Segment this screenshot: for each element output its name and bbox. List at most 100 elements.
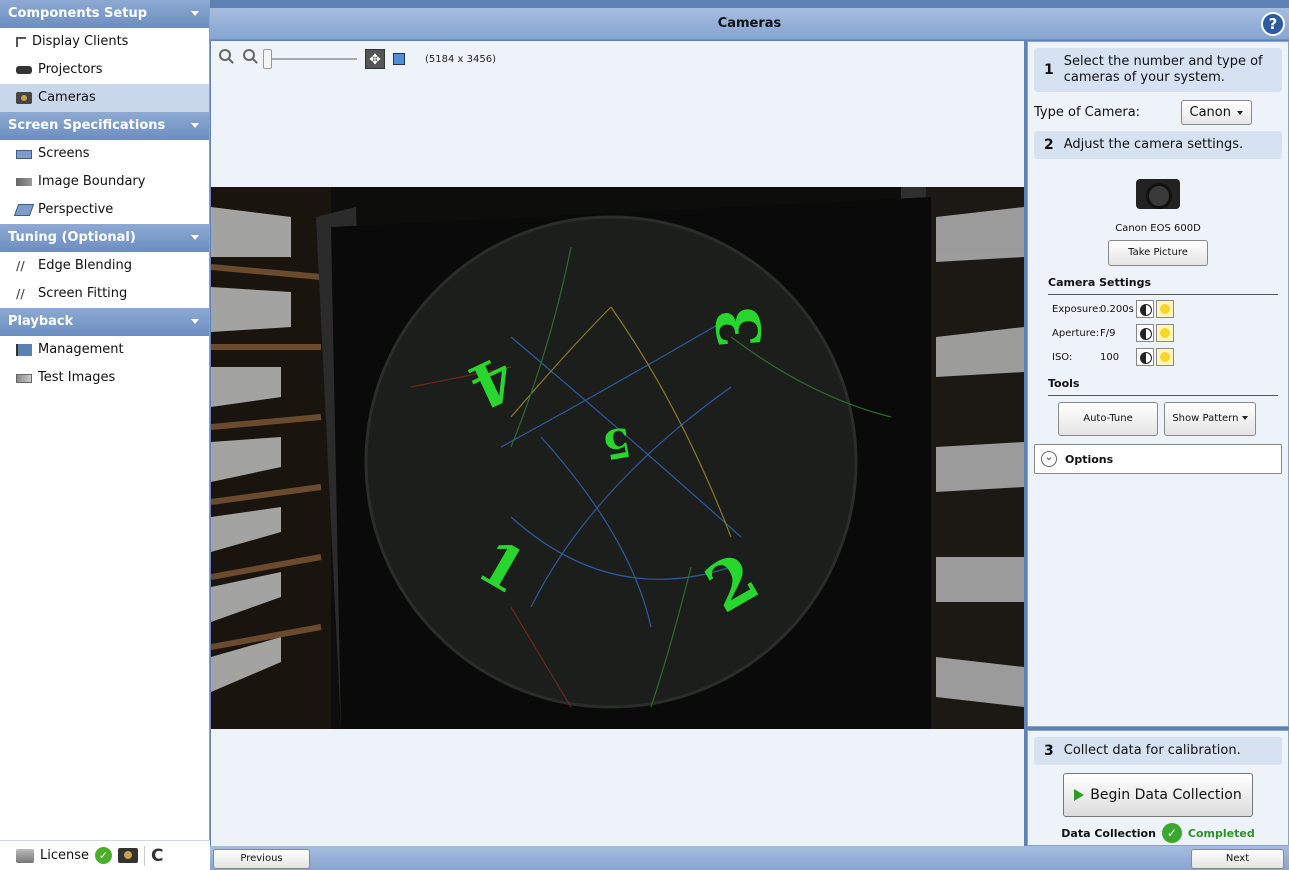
camera-image-canvas: 4 3 5 1 2 [211,187,1024,729]
sidebar-item-projectors[interactable]: Projectors [0,56,209,84]
page-title: Cameras [717,16,782,31]
section-header-screen-specifications[interactable]: Screen Specifications [0,112,209,140]
navigation-bar: Previous Next [210,846,1289,870]
section-title: Screen Specifications [8,118,166,133]
sidebar-item-perspective[interactable]: Perspective [0,196,209,224]
sidebar-item-image-boundary[interactable]: Image Boundary [0,168,209,196]
sidebar-item-label: Test Images [38,370,116,385]
step-1-box: 1 Select the number and type of cameras … [1034,48,1282,92]
expand-icon[interactable]: ⌄ [1041,451,1057,467]
zoom-out-icon[interactable] [243,49,259,67]
sidebar-item-screens[interactable]: Screens [0,140,209,168]
options-expander[interactable]: ⌄ Options [1034,444,1282,474]
chevron-down-icon [191,11,199,16]
setting-value: 0.200s [1100,303,1134,315]
sidebar-item-management[interactable]: Management [0,336,209,364]
sidebar-item-label: Projectors [38,62,103,77]
screen-icon [16,149,32,159]
begin-data-collection-button[interactable]: Begin Data Collection [1063,773,1253,817]
zoom-slider-thumb[interactable] [263,49,272,69]
license-icon [16,848,34,863]
setting-value: 100 [1100,351,1120,363]
exposure-row: Exposure: 0.200s [1052,299,1288,319]
zoom-in-icon[interactable] [219,49,235,67]
sidebar-item-label: Image Boundary [38,174,146,189]
show-pattern-label: Show Pattern [1172,413,1239,424]
section-title: Playback [8,314,74,329]
take-picture-button[interactable]: Take Picture [1108,240,1208,266]
camera-model: Canon EOS 600D [1115,223,1201,234]
setting-label: Exposure: [1052,303,1102,315]
options-label: Options [1065,452,1114,466]
section-header-playback[interactable]: Playback [0,308,209,336]
camera-image[interactable]: 4 3 5 1 2 [211,187,1024,729]
sidebar-item-display-clients[interactable]: Display Clients [0,28,209,56]
title-bar: Cameras ? [210,8,1289,40]
next-button[interactable]: Next [1191,849,1284,869]
show-pattern-button[interactable]: Show Pattern [1164,402,1256,436]
step-instruction: Adjust the camera settings. [1063,137,1244,152]
check-icon: ✓ [95,847,113,864]
sidebar-item-screen-fitting[interactable]: // Screen Fitting [0,280,209,308]
status-badge: Completed [1187,826,1255,840]
projector-icon [16,66,32,74]
play-icon [1074,789,1085,801]
sidebar-item-label: Perspective [38,202,114,217]
sidebar-item-label: Screen Fitting [38,286,128,301]
camera-type-row: Type of Camera: Canon [1034,100,1282,125]
step-3-box: 3 Collect data for calibration. [1034,737,1282,765]
sidebar-item-label: Cameras [38,90,96,105]
test-images-icon [16,373,32,383]
data-collection-panel: 3 Collect data for calibration. Begin Da… [1027,730,1289,846]
pan-move-icon[interactable]: ✥ [365,49,385,69]
zoom-slider[interactable] [263,49,357,69]
setting-label: ISO: [1052,351,1073,363]
help-icon[interactable]: ? [1261,12,1285,36]
refresh-icon[interactable]: C [144,845,164,866]
iso-row: ISO: 100 [1052,347,1288,367]
camera-viewer: ✥ (5184 x 3456) 4 3 5 1 2 [211,41,1024,846]
display-clients-icon [16,37,26,47]
sidebar-item-label: Screens [38,146,90,161]
step-instruction: Collect data for calibration. [1063,743,1241,758]
camera-settings-panel: 1 Select the number and type of cameras … [1027,41,1289,727]
decrease-iso-icon[interactable] [1136,348,1154,366]
camera-status-icon [118,848,139,863]
decrease-exposure-icon[interactable] [1136,300,1154,318]
sidebar-item-label: Management [38,342,124,357]
license-label[interactable]: License [40,848,89,863]
auto-tune-button[interactable]: Auto-Tune [1058,402,1158,436]
camera-type-value: Canon [1189,105,1231,120]
fit-view-icon[interactable] [393,53,405,65]
chevron-down-icon [191,319,199,324]
section-header-tuning[interactable]: Tuning (Optional) [0,224,209,252]
camera-type-label: Type of Camera: [1034,105,1141,120]
previous-button[interactable]: Previous [213,849,310,869]
projector-label-3: 3 [703,303,776,351]
section-header-components-setup[interactable]: Components Setup [0,0,209,28]
sidebar-item-label: Edge Blending [38,258,132,273]
aperture-row: Aperture: F/9 [1052,323,1288,343]
check-icon: ✓ [1161,823,1182,843]
sidebar-item-label: Display Clients [32,34,129,49]
increase-iso-icon[interactable] [1156,348,1174,366]
edge-blending-icon: // [16,259,25,273]
camera-photo [1134,169,1182,217]
step-number: 1 [1044,62,1054,78]
sidebar-item-cameras[interactable]: Cameras [0,84,209,112]
sidebar-item-test-images[interactable]: Test Images [0,364,209,392]
begin-data-collection-label: Begin Data Collection [1090,787,1242,803]
section-title: Tuning (Optional) [8,230,136,245]
step-instruction: Select the number and type of cameras of… [1063,54,1263,85]
data-collection-label: Data Collection [1061,826,1156,840]
tools-title: Tools [1048,377,1278,396]
camera-settings-title: Camera Settings [1048,276,1278,295]
viewer-toolbar: ✥ (5184 x 3456) [219,47,496,71]
camera-type-dropdown[interactable]: Canon [1180,100,1252,125]
step-number: 3 [1044,743,1054,759]
decrease-aperture-icon[interactable] [1136,324,1154,342]
sidebar-item-edge-blending[interactable]: // Edge Blending [0,252,209,280]
setting-value: F/9 [1100,327,1116,339]
increase-aperture-icon[interactable] [1156,324,1174,342]
increase-exposure-icon[interactable] [1156,300,1174,318]
